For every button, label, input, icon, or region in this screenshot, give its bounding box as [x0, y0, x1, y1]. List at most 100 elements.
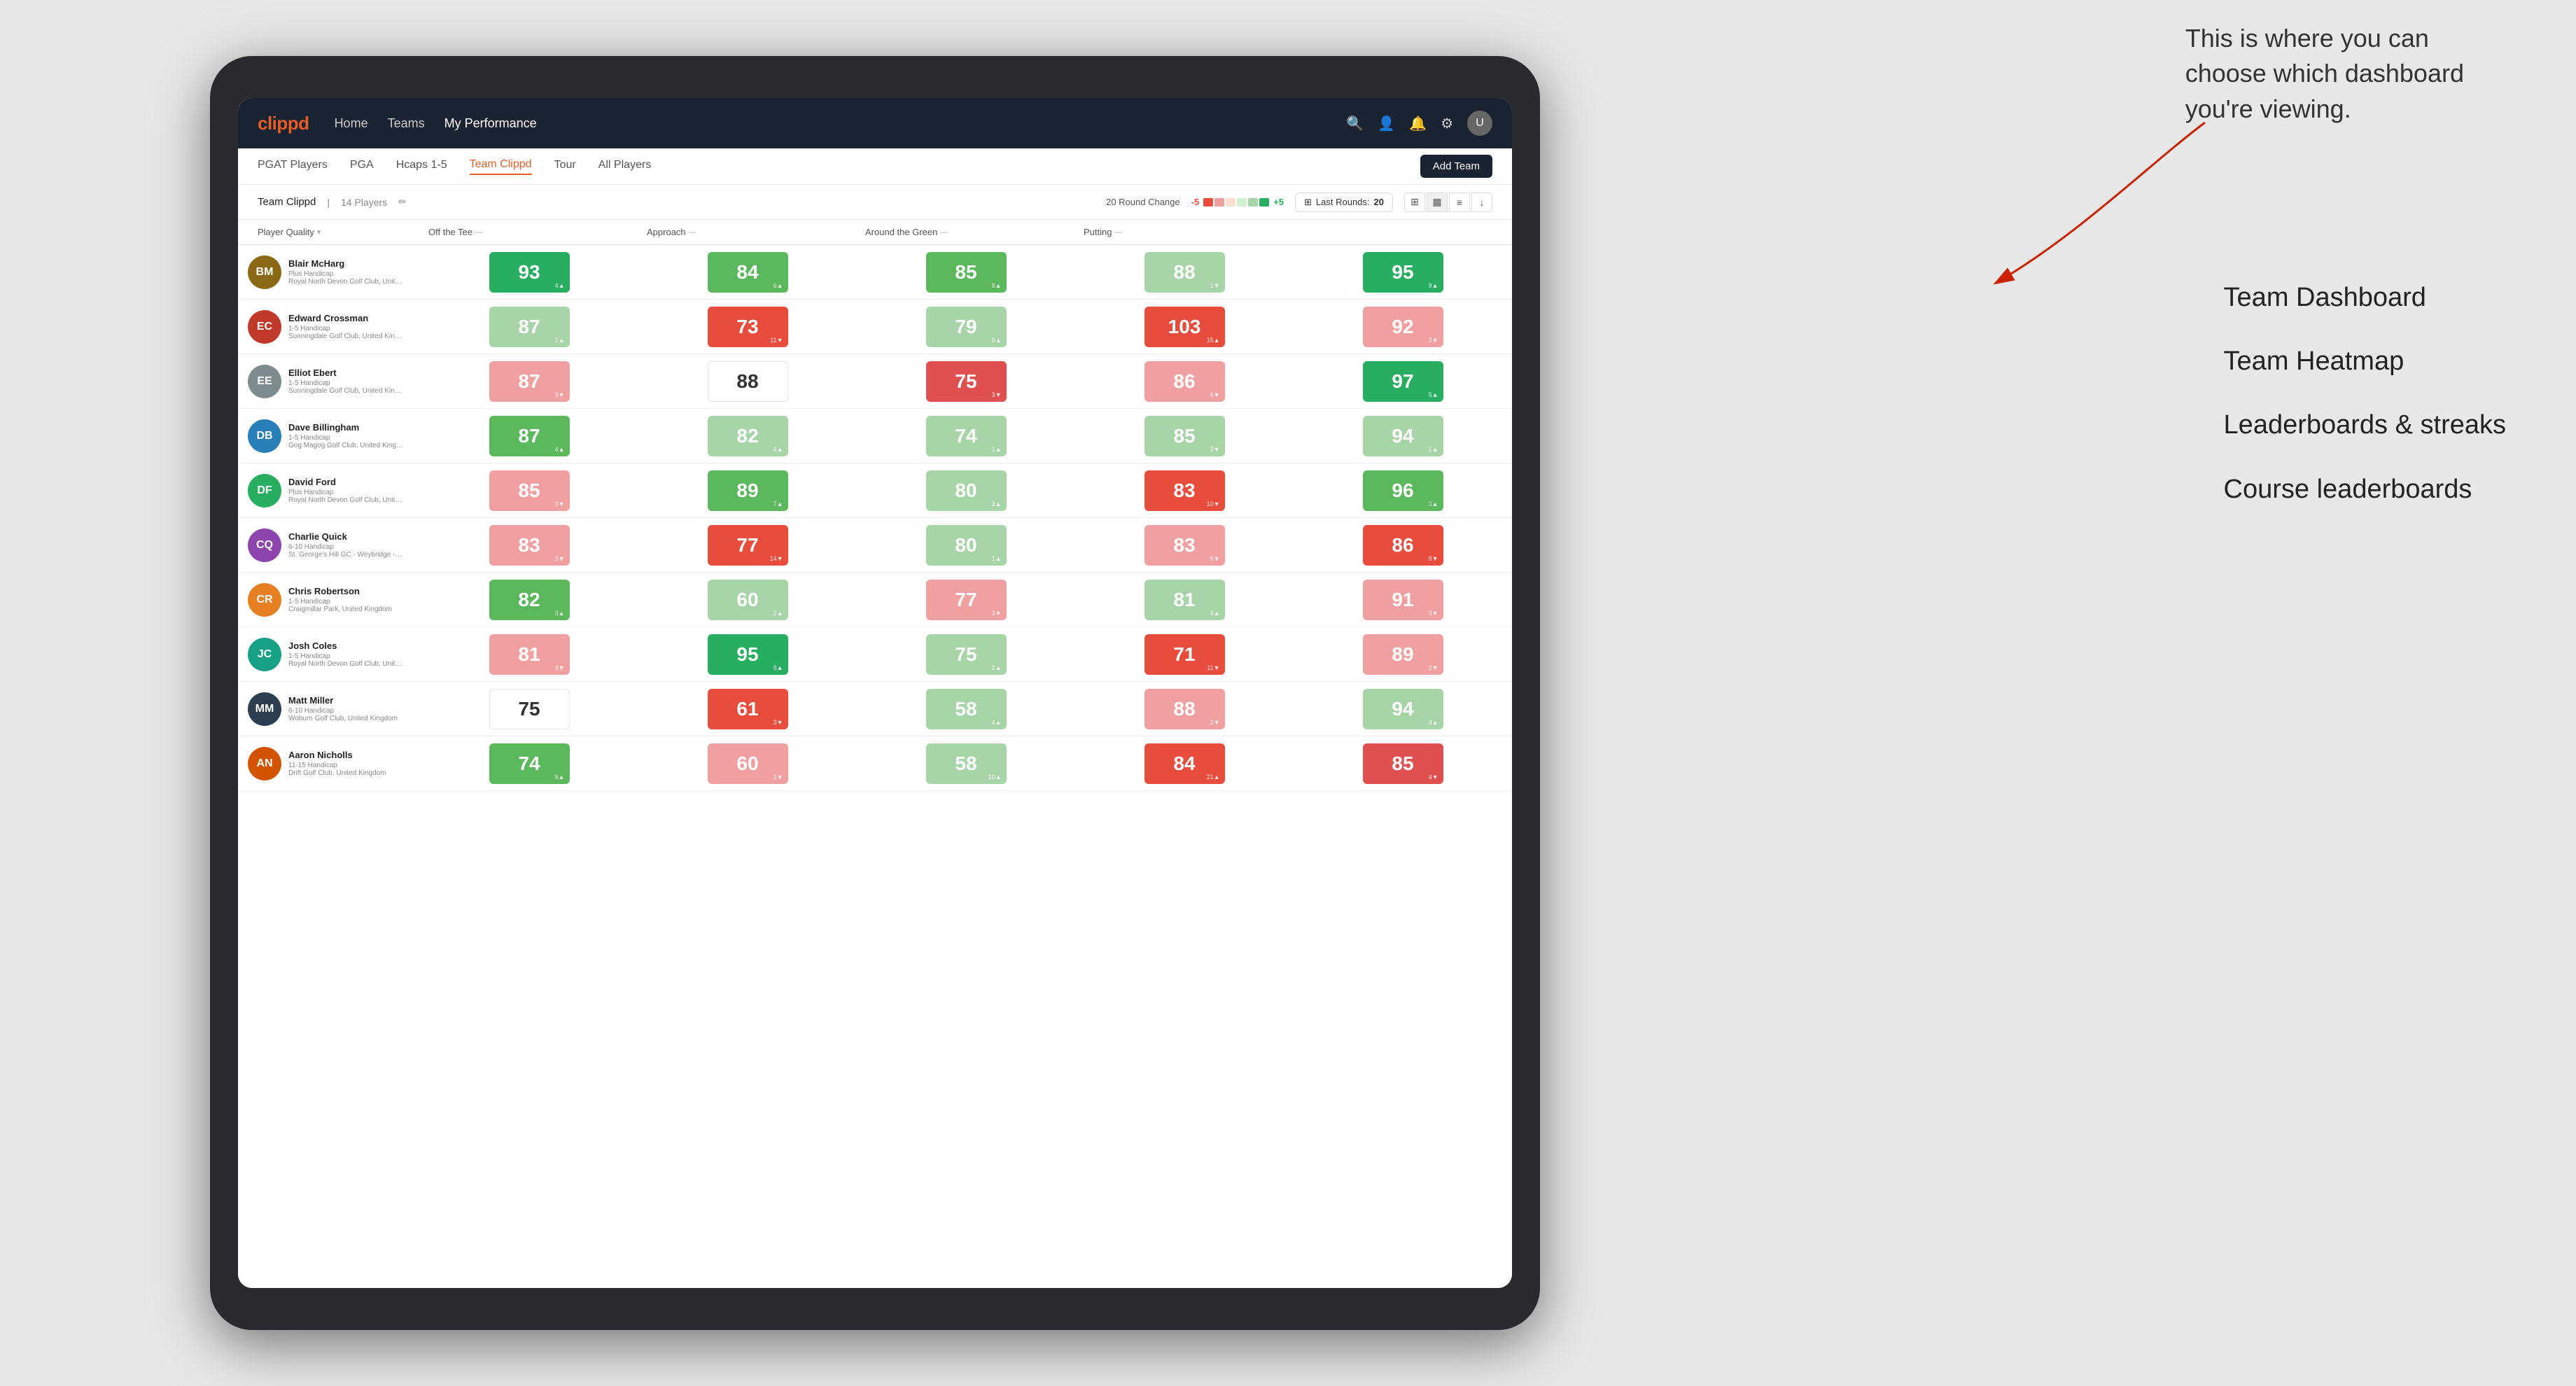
metric-value: 85	[518, 479, 540, 502]
metric-cell-approach: 752▲	[857, 627, 1075, 681]
player-handicap: 1-5 Handicap	[288, 379, 414, 387]
metric-change: 2▲	[774, 610, 783, 617]
metric-change: 2▼	[1429, 664, 1438, 671]
metric-change: 1▲	[992, 555, 1002, 562]
subnav-team-clippd[interactable]: Team Clippd	[470, 158, 532, 175]
player-name: Elliot Ebert	[288, 368, 414, 378]
metric-value: 88	[1173, 698, 1195, 720]
metric-value: 82	[736, 425, 758, 447]
player-handicap: 1-5 Handicap	[288, 598, 414, 606]
metric-cell-around_green: 10315▲	[1075, 300, 1294, 354]
metric-value: 71	[1173, 643, 1195, 666]
color-bar: -5 +5	[1191, 197, 1284, 207]
metric-cell-off_tee: 601▼	[638, 736, 857, 790]
metric-change: 3▼	[555, 664, 565, 671]
metric-change: 3▲	[555, 610, 565, 617]
col-off-tee[interactable]: Off the Tee —	[420, 223, 638, 241]
metric-change: 2▼	[1210, 719, 1220, 726]
player-name: David Ford	[288, 477, 414, 487]
col-around-green[interactable]: Around the Green —	[857, 223, 1075, 241]
export-button[interactable]: ↓	[1471, 192, 1492, 212]
player-club: Craigmillar Park, United Kingdom	[288, 606, 404, 613]
label-leaderboards[interactable]: Leaderboards & streaks	[2224, 393, 2506, 457]
nav-my-performance[interactable]: My Performance	[444, 113, 537, 134]
player-club: Drift Golf Club, United Kingdom	[288, 769, 404, 777]
player-name: Dave Billingham	[288, 422, 414, 433]
metric-cell-putting: 959▲	[1294, 245, 1512, 299]
player-club: Woburn Golf Club, United Kingdom	[288, 715, 404, 722]
player-info: ECEdward Crossman1-5 HandicapSunningdale…	[238, 300, 420, 354]
edit-icon[interactable]: ✏	[398, 196, 407, 208]
metric-change: 1▼	[774, 774, 783, 780]
metric-change: 3▼	[1429, 337, 1438, 344]
metric-cell-around_green: 88 2▼	[1075, 682, 1294, 736]
nav-home[interactable]: Home	[335, 113, 368, 134]
player-info: EEElliot Ebert1-5 HandicapSunningdale Go…	[238, 354, 420, 408]
player-name: Blair McHarg	[288, 258, 414, 269]
settings-icon[interactable]: ⚙	[1441, 115, 1453, 132]
player-avatar: BM	[248, 255, 281, 289]
col-putting[interactable]: Putting —	[1075, 223, 1294, 241]
metric-change: 3▲	[992, 500, 1002, 507]
heatmap-view-button[interactable]: ▦	[1427, 192, 1448, 212]
player-avatar: AN	[248, 747, 281, 780]
table-row[interactable]: ANAaron Nicholls11-15 HandicapDrift Golf…	[238, 736, 1512, 791]
metric-cell-off_tee: 7311▼	[638, 300, 857, 354]
user-icon[interactable]: 👤	[1378, 115, 1395, 132]
table-row[interactable]: ECEdward Crossman1-5 HandicapSunningdale…	[238, 300, 1512, 354]
metric-change: 21▲	[1207, 774, 1220, 780]
table-row[interactable]: DFDavid FordPlus HandicapRoyal North Dev…	[238, 463, 1512, 518]
metric-change: 4▲	[992, 719, 1002, 726]
table-row[interactable]: JCJosh Coles1-5 HandicapRoyal North Devo…	[238, 627, 1512, 682]
table-row[interactable]: EEElliot Ebert1-5 HandicapSunningdale Go…	[238, 354, 1512, 409]
metric-change: 3▼	[1210, 446, 1220, 453]
last-rounds-icon: ⊞	[1304, 197, 1312, 208]
avatar[interactable]: U	[1467, 111, 1492, 136]
player-name: Charlie Quick	[288, 531, 414, 542]
metric-value: 88	[1173, 261, 1195, 284]
bell-icon[interactable]: 🔔	[1409, 115, 1427, 132]
subnav-tour[interactable]: Tour	[554, 159, 576, 174]
metric-cell-approach: 773▼	[857, 573, 1075, 626]
player-avatar: DF	[248, 474, 281, 507]
last-rounds-button[interactable]: ⊞ Last Rounds: 20	[1295, 192, 1393, 212]
player-handicap: Plus Handicap	[288, 489, 414, 496]
player-avatar: MM	[248, 692, 281, 726]
subnav-hcaps[interactable]: Hcaps 1-5	[396, 159, 447, 174]
list-view-button[interactable]: ≡	[1449, 192, 1470, 212]
player-handicap: 11-15 Handicap	[288, 762, 414, 769]
add-team-button[interactable]: Add Team	[1420, 155, 1492, 178]
table-row[interactable]: CQCharlie Quick6-10 HandicapSt. George's…	[238, 518, 1512, 573]
label-course-leaderboards[interactable]: Course leaderboards	[2224, 458, 2506, 522]
metric-change: 15▲	[1207, 337, 1220, 344]
label-team-heatmap[interactable]: Team Heatmap	[2224, 330, 2506, 393]
metric-change: 6▲	[774, 282, 783, 289]
metric-cell-putting: 975▲	[1294, 354, 1512, 408]
metric-change: 8▼	[1429, 555, 1438, 562]
metric-value: 81	[518, 643, 540, 666]
player-club: Sunningdale Golf Club, United Kingdom	[288, 387, 404, 395]
metric-value: 97	[1392, 370, 1413, 393]
grid-view-button[interactable]: ⊞	[1404, 192, 1425, 212]
metric-cell-approach: 741▲	[857, 409, 1075, 463]
col-player-quality[interactable]: Player Quality ▾	[238, 223, 420, 241]
col-approach[interactable]: Approach —	[638, 223, 857, 241]
metric-value: 74	[518, 752, 540, 775]
subnav-pga[interactable]: PGA	[350, 159, 374, 174]
subnav-pgat[interactable]: PGAT Players	[258, 159, 328, 174]
player-name: Chris Robertson	[288, 586, 414, 596]
metric-cell-around_green: 881▼	[1075, 245, 1294, 299]
table-row[interactable]: BMBlair McHargPlus HandicapRoyal North D…	[238, 245, 1512, 300]
metric-cell-off_tee: 897▲	[638, 463, 857, 517]
table-row[interactable]: MMMatt Miller6-10 HandicapWoburn Golf Cl…	[238, 682, 1512, 736]
nav-teams[interactable]: Teams	[388, 113, 425, 134]
subnav-all-players[interactable]: All Players	[598, 159, 652, 174]
search-icon[interactable]: 🔍	[1346, 115, 1364, 132]
table-row[interactable]: CRChris Robertson1-5 HandicapCraigmillar…	[238, 573, 1512, 627]
label-team-dashboard[interactable]: Team Dashboard	[2224, 266, 2506, 330]
nav-links: Home Teams My Performance	[335, 113, 1347, 134]
metric-cell-off_tee: 602▲	[638, 573, 857, 626]
metric-change: 4▲	[555, 446, 565, 453]
table-row[interactable]: DBDave Billingham1-5 HandicapGog Magog G…	[238, 409, 1512, 463]
metric-cell-around_green: 853▼	[1075, 409, 1294, 463]
